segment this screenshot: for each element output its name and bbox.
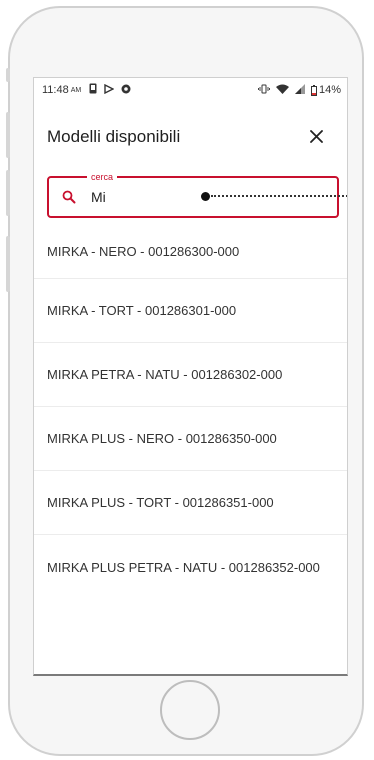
- dialog-header: Modelli disponibili: [34, 123, 347, 153]
- close-icon: [309, 129, 323, 143]
- volume-down-button: [6, 170, 10, 216]
- list-item[interactable]: MIRKA PETRA - NATU - 001286302-000: [34, 343, 347, 407]
- list-item[interactable]: MIRKA PLUS PETRA - NATU - 001286352-000: [34, 535, 347, 599]
- status-bar: 11:48 AM 14%: [34, 78, 347, 102]
- search-input[interactable]: [91, 187, 291, 207]
- volume-up-button: [6, 112, 10, 158]
- list-item[interactable]: MIRKA PLUS - TORT - 001286351-000: [34, 471, 347, 535]
- battery-percent: 14%: [318, 84, 341, 96]
- device-screen: 11:48 AM 14% Modelli disponibili cerca M…: [33, 77, 348, 676]
- list-item[interactable]: MIRKA PLUS - NERO - 001286350-000: [34, 407, 347, 471]
- search-label: cerca: [87, 171, 118, 183]
- power-button: [6, 236, 10, 292]
- status-time: 11:48: [42, 84, 69, 96]
- list-item[interactable]: MIRKA - TORT - 001286301-000: [34, 279, 347, 343]
- chrome-icon: [121, 84, 131, 97]
- signal-icon: [294, 83, 305, 97]
- vibrate-icon: [258, 84, 270, 97]
- models-list: MIRKA - NERO - 001286300-000 MIRKA - TOR…: [34, 226, 347, 599]
- play-store-icon: [104, 83, 115, 97]
- side-button: [6, 68, 10, 82]
- close-button[interactable]: [303, 123, 329, 149]
- search-icon: [62, 190, 76, 204]
- dialog-title: Modelli disponibili: [47, 127, 181, 146]
- notification-icon: [89, 83, 97, 97]
- battery-icon: 14%: [310, 84, 341, 96]
- home-button[interactable]: [160, 680, 220, 740]
- annotation-marker: [201, 192, 210, 201]
- status-ampm: AM: [70, 86, 82, 94]
- wifi-icon: [275, 84, 289, 97]
- list-item[interactable]: MIRKA - NERO - 001286300-000: [34, 226, 347, 279]
- search-field[interactable]: cerca: [47, 171, 347, 218]
- annotation-leader-line: [211, 195, 347, 197]
